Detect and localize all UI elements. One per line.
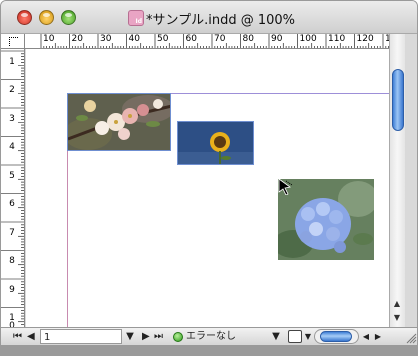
v-ruler-label: 1: [9, 56, 15, 67]
scroll-left-arrow-icon[interactable]: ◀: [361, 329, 371, 344]
h-ruler-label: 20: [71, 34, 83, 44]
h-ruler-label: 30: [100, 34, 112, 44]
sunflower-image-frame[interactable]: [177, 121, 254, 165]
preflight-options-dropdown-icon[interactable]: ▼: [303, 329, 313, 344]
zoom-button[interactable]: [61, 10, 76, 25]
window-bottom-edge: [1, 345, 417, 355]
v-ruler-label: 7: [9, 227, 15, 238]
v-ruler-label: 2: [9, 85, 15, 95]
v-ruler-label: 3: [9, 113, 15, 124]
close-button[interactable]: [17, 10, 32, 25]
last-page-icon[interactable]: ⏭: [154, 329, 166, 344]
h-ruler-label: 10: [43, 34, 55, 44]
vertical-ruler[interactable]: 1 2 3 4 5 6 7 8 9 1 0: [1, 49, 25, 327]
h-ruler-label: 80: [242, 34, 254, 44]
first-page-icon[interactable]: ⏮: [13, 329, 25, 344]
h-ruler-label: 60: [185, 34, 197, 44]
v-ruler-label: 4: [9, 142, 15, 152]
h-ruler-label: 50: [157, 34, 169, 44]
sunflower-photo: [178, 122, 253, 164]
title-bar[interactable]: Id *サンプル.indd @ 100%: [1, 1, 417, 34]
v-ruler-label: 6: [9, 199, 15, 209]
v-ruler-label: 1 0: [9, 313, 15, 328]
horizontal-scrollbar[interactable]: [314, 329, 359, 344]
v-ruler-label: 8: [9, 256, 15, 266]
ruler-origin-corner[interactable]: [1, 34, 25, 49]
window-title: *サンプル.indd @ 100%: [146, 13, 296, 28]
h-ruler-label: 40: [128, 34, 140, 44]
page-number-field[interactable]: 1: [40, 329, 122, 344]
resize-grip-icon[interactable]: [405, 330, 417, 344]
page-canvas[interactable]: [26, 49, 389, 327]
next-page-icon[interactable]: ▶: [142, 329, 154, 344]
h-ruler-label: 110: [328, 34, 346, 44]
grabber-hand-cursor-icon: [278, 178, 293, 195]
preflight-menu-dropdown-icon[interactable]: ▼: [270, 329, 282, 344]
h-ruler-label: 120: [356, 34, 374, 44]
doc-icon-badge: Id: [135, 18, 142, 25]
v-ruler-label: 5: [9, 170, 15, 181]
preflight-status-light-icon: [173, 332, 183, 342]
status-bar: ⏮ ◀ 1 ▼ ▶ ⏭ エラーなし ▼ ▼ ◀ ▶: [1, 327, 417, 345]
scroll-right-arrow-icon[interactable]: ▶: [373, 329, 383, 344]
minimize-button[interactable]: [39, 10, 54, 25]
flowering-quince-photo: [68, 94, 170, 150]
scroll-down-arrow-icon[interactable]: ▼: [389, 311, 405, 325]
blossom-image-frame[interactable]: [67, 93, 171, 151]
h-ruler-label: 70: [214, 34, 226, 44]
scroll-up-arrow-icon[interactable]: ▲: [389, 297, 405, 311]
indesign-document-icon[interactable]: Id: [128, 10, 144, 26]
page-dropdown-icon[interactable]: ▼: [123, 329, 137, 344]
document-window: Id *サンプル.indd @ 100% 10 20 30 40 50 60 70 80 90 1…: [0, 0, 418, 356]
document-preflight-icon[interactable]: [288, 330, 302, 343]
previous-page-icon[interactable]: ◀: [27, 329, 39, 344]
horizontal-scroll-thumb[interactable]: [320, 331, 352, 342]
preflight-status-text: エラーなし: [186, 331, 236, 342]
horizontal-ruler[interactable]: 102030405060708090100110120130: [25, 34, 389, 49]
h-ruler-label: 100: [299, 34, 317, 44]
h-ruler-label: 90: [271, 34, 283, 44]
vertical-scroll-thumb[interactable]: [392, 69, 404, 131]
v-ruler-label: 9: [9, 284, 15, 295]
vertical-scrollbar[interactable]: [389, 34, 405, 327]
